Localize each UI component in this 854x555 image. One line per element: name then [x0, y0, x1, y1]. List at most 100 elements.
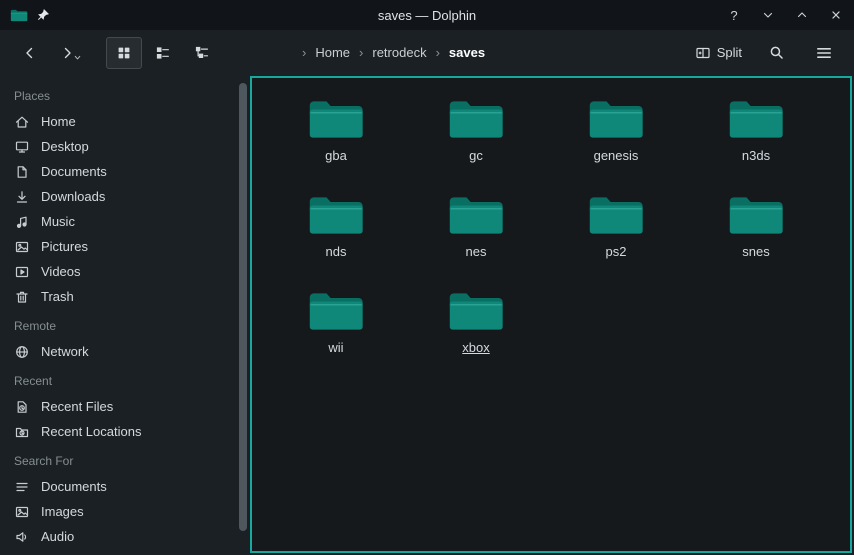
sidebar-item-recent-locations[interactable]: Recent Locations — [0, 419, 236, 444]
sidebar-item-label: Trash — [41, 289, 74, 304]
recent-files-icon — [14, 399, 30, 415]
places-panel: Places Home Desktop Documents Downloads … — [0, 75, 236, 555]
split-label: Split — [717, 45, 742, 60]
folder-item[interactable]: ps2 — [546, 186, 686, 282]
sidebar-item-search-documents[interactable]: Documents — [0, 474, 236, 499]
app-folder-icon — [10, 8, 28, 23]
sidebar-item-label: Documents — [41, 479, 107, 494]
sidebar-item-pictures[interactable]: Pictures — [0, 234, 236, 259]
sidebar-section-search-for: Search For — [0, 444, 236, 474]
folder-label: n3ds — [742, 148, 770, 163]
hamburger-menu-icon — [815, 44, 833, 62]
folder-item[interactable]: gba — [266, 90, 406, 186]
sidebar-item-label: Home — [41, 114, 76, 129]
download-icon — [14, 189, 30, 205]
pictures-icon — [14, 239, 30, 255]
folder-label: ps2 — [606, 244, 627, 259]
sidebar-item-search-audio[interactable]: Audio — [0, 524, 236, 549]
content-area: Places Home Desktop Documents Downloads … — [0, 75, 854, 555]
folder-item[interactable]: xbox — [406, 282, 546, 378]
folder-icon — [446, 192, 506, 239]
maximize-icon — [795, 8, 809, 22]
sidebar-item-recent-files[interactable]: Recent Files — [0, 394, 236, 419]
document-icon — [14, 164, 30, 180]
close-button[interactable] — [828, 7, 844, 23]
breadcrumb-separator-icon: › — [359, 45, 363, 60]
music-icon — [14, 214, 30, 230]
folder-label: xbox — [462, 340, 489, 355]
view-mode-group — [106, 37, 220, 69]
help-button[interactable]: ? — [726, 7, 742, 23]
folder-item[interactable]: genesis — [546, 90, 686, 186]
sidebar-item-label: Recent Files — [41, 399, 113, 414]
back-button[interactable] — [12, 37, 48, 69]
sidebar-item-search-images[interactable]: Images — [0, 499, 236, 524]
scrollbar-thumb[interactable] — [239, 83, 247, 531]
sidebar-item-label: Videos — [41, 264, 81, 279]
sidebar-item-downloads[interactable]: Downloads — [0, 184, 236, 209]
documents-search-icon — [14, 479, 30, 495]
desktop-icon — [14, 139, 30, 155]
toolbar: › Home › retrodeck › saves Split — [0, 30, 854, 75]
folder-label: gc — [469, 148, 483, 163]
sidebar-item-label: Downloads — [41, 189, 105, 204]
sidebar-item-videos[interactable]: Videos — [0, 259, 236, 284]
forward-button[interactable] — [52, 37, 88, 69]
breadcrumb-separator-icon: › — [302, 45, 306, 60]
folder-label: snes — [742, 244, 769, 259]
maximize-button[interactable] — [794, 7, 810, 23]
details-view-button[interactable] — [145, 37, 181, 69]
images-search-icon — [14, 504, 30, 520]
details-view-icon — [155, 45, 171, 61]
minimize-button[interactable] — [760, 7, 776, 23]
sidebar-item-label: Music — [41, 214, 75, 229]
help-icon: ? — [730, 8, 737, 23]
sidebar-item-label: Images — [41, 504, 84, 519]
folder-item[interactable]: wii — [266, 282, 406, 378]
folder-item[interactable]: n3ds — [686, 90, 826, 186]
search-button[interactable] — [758, 37, 794, 69]
network-icon — [14, 344, 30, 360]
breadcrumb-item-retrodeck[interactable]: retrodeck — [372, 45, 426, 60]
sidebar-item-home[interactable]: Home — [0, 109, 236, 134]
folder-view: gba gc genesis n3ds nds nes — [250, 76, 852, 553]
titlebar-app-area — [10, 8, 50, 23]
folder-item[interactable]: snes — [686, 186, 826, 282]
audio-search-icon — [14, 529, 30, 545]
breadcrumb: › Home › retrodeck › saves — [302, 45, 485, 60]
folder-icon — [446, 96, 506, 143]
folder-icon — [446, 288, 506, 335]
titlebar: saves — Dolphin ? — [0, 0, 854, 30]
sidebar-item-desktop[interactable]: Desktop — [0, 134, 236, 159]
folder-item[interactable]: gc — [406, 90, 546, 186]
folder-icon — [306, 192, 366, 239]
breadcrumb-item-home[interactable]: Home — [315, 45, 350, 60]
back-icon — [22, 45, 38, 61]
sidebar-item-music[interactable]: Music — [0, 209, 236, 234]
sidebar-scrollbar[interactable] — [236, 75, 250, 555]
icons-view-icon — [116, 45, 132, 61]
history-caret-icon — [73, 53, 82, 62]
sidebar-item-trash[interactable]: Trash — [0, 284, 236, 309]
sidebar-item-network[interactable]: Network — [0, 339, 236, 364]
dolphin-window: saves — Dolphin ? › Home › retrodeck › s… — [0, 0, 854, 555]
folder-item[interactable]: nds — [266, 186, 406, 282]
breadcrumb-separator-icon: › — [436, 45, 440, 60]
search-icon — [768, 44, 785, 61]
tree-view-button[interactable] — [184, 37, 220, 69]
folder-item[interactable]: nes — [406, 186, 546, 282]
icons-view-button[interactable] — [106, 37, 142, 69]
close-icon — [829, 8, 843, 22]
sidebar-item-documents[interactable]: Documents — [0, 159, 236, 184]
minimize-icon — [761, 8, 775, 22]
folder-label: wii — [328, 340, 343, 355]
sidebar-section-remote: Remote — [0, 309, 236, 339]
folder-label: nes — [466, 244, 487, 259]
pin-icon — [36, 8, 50, 22]
menu-button[interactable] — [806, 37, 842, 69]
folder-icon — [726, 192, 786, 239]
window-controls: ? — [726, 7, 844, 23]
folder-label: genesis — [594, 148, 639, 163]
breadcrumb-item-saves[interactable]: saves — [449, 45, 485, 60]
split-button[interactable]: Split — [691, 38, 746, 68]
